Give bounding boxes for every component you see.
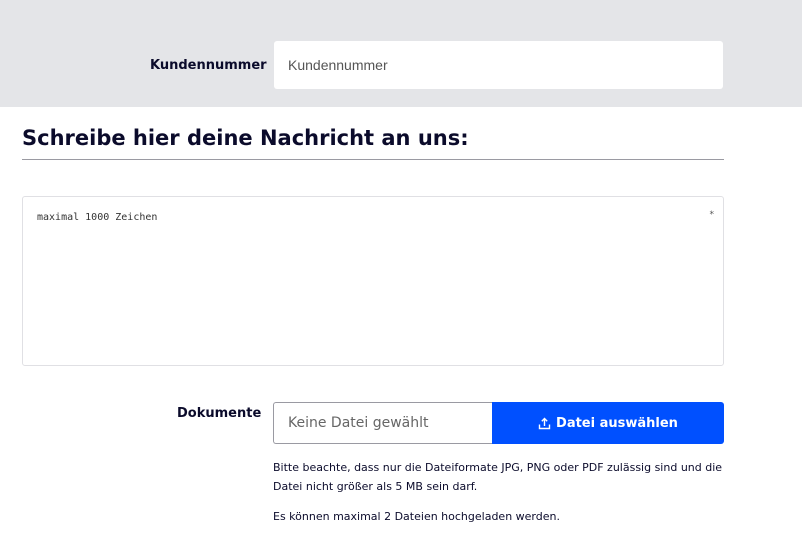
choose-file-button[interactable]: Datei auswählen — [492, 402, 724, 444]
message-field[interactable]: * — [22, 196, 724, 366]
file-status: Keine Datei gewählt — [273, 402, 492, 444]
file-format-note: Bitte beachte, dass nur die Dateiformate… — [273, 461, 723, 493]
customer-number-label: Kundennummer — [150, 58, 267, 73]
required-marker: * — [709, 210, 715, 220]
heading-divider — [22, 159, 724, 160]
message-textarea[interactable] — [23, 197, 723, 365]
message-heading: Schreibe hier deine Nachricht an uns: — [22, 126, 469, 150]
upload-icon — [538, 417, 551, 429]
customer-number-input[interactable] — [274, 41, 723, 89]
file-count-note: Es können maximal 2 Dateien hochgeladen … — [273, 510, 560, 523]
choose-file-label: Datei auswählen — [556, 415, 678, 431]
documents-label: Dokumente — [177, 406, 262, 421]
